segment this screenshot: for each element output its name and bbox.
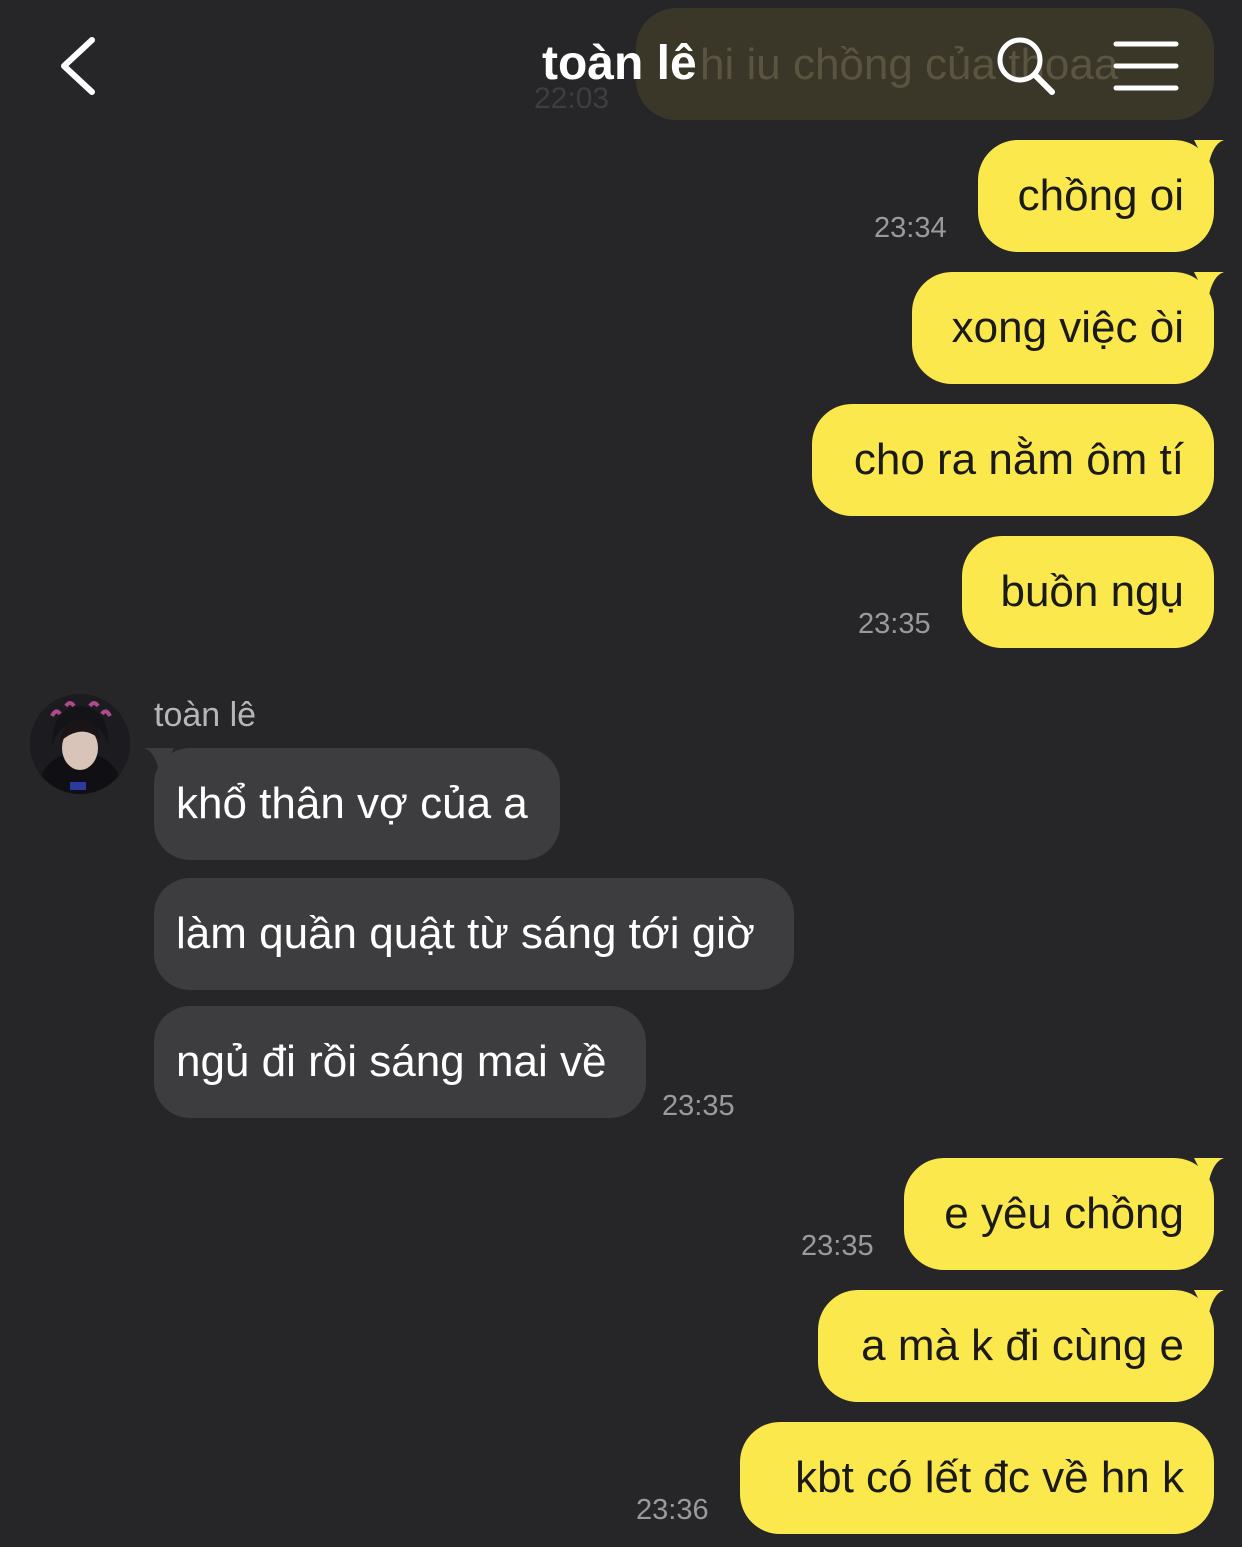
message-text: buồn ngụ — [1000, 567, 1184, 616]
message-time: 23:34 — [874, 212, 947, 244]
outgoing-message[interactable]: buồn ngụ — [962, 536, 1214, 648]
outgoing-message[interactable]: a mà k đi cùng e — [818, 1290, 1224, 1402]
message-time: 23:36 — [636, 1494, 709, 1526]
message-time: 23:35 — [801, 1230, 874, 1262]
outgoing-message[interactable]: cho ra nằm ôm tí — [812, 404, 1214, 516]
outgoing-message[interactable]: kbt có lết đc về hn k — [740, 1422, 1214, 1534]
search-icon — [997, 37, 1055, 95]
sender-avatar[interactable] — [30, 694, 130, 794]
message-text: ngủ đi rồi sáng mai về — [176, 1037, 607, 1086]
message-text: chồng oi — [1017, 171, 1184, 220]
message-text: e yêu chồng — [944, 1189, 1184, 1238]
message-text: kbt có lết đc về hn k — [795, 1453, 1184, 1502]
bubble-tail — [1194, 140, 1224, 168]
chat-screen: hi iu chồng của thoaa 22:03 toàn lê chồn… — [0, 0, 1242, 1547]
outgoing-message[interactable]: e yêu chồng — [904, 1158, 1224, 1270]
sender-name: toàn lê — [154, 696, 257, 734]
chat-title: toàn lê — [542, 37, 697, 90]
incoming-message[interactable]: ngủ đi rồi sáng mai về — [154, 1006, 646, 1118]
hamburger-menu-icon — [1113, 41, 1179, 91]
message-text: cho ra nằm ôm tí — [853, 435, 1184, 484]
chevron-left-icon — [61, 37, 95, 95]
incoming-message[interactable]: làm quần quật từ sáng tới giờ — [154, 878, 794, 990]
outgoing-message[interactable]: xong việc òi — [912, 272, 1224, 384]
bubble-tail — [1194, 1290, 1224, 1318]
back-button[interactable] — [52, 30, 112, 102]
outgoing-message[interactable]: chồng oi — [978, 140, 1224, 252]
incoming-message[interactable]: khổ thân vợ của a — [144, 748, 560, 860]
message-text: xong việc òi — [951, 303, 1184, 352]
message-text: làm quần quật từ sáng tới giờ — [176, 909, 755, 958]
menu-button[interactable] — [1112, 38, 1180, 94]
bubble-tail — [1194, 1158, 1224, 1186]
bubble-tail — [1194, 272, 1224, 300]
bubble-tail — [144, 748, 174, 776]
message-text: a mà k đi cùng e — [861, 1321, 1184, 1370]
message-time: 23:35 — [662, 1090, 735, 1122]
search-button[interactable] — [992, 32, 1060, 100]
avatar-photo — [30, 694, 130, 794]
message-time: 23:35 — [858, 608, 931, 640]
message-text: khổ thân vợ của a — [176, 779, 528, 828]
